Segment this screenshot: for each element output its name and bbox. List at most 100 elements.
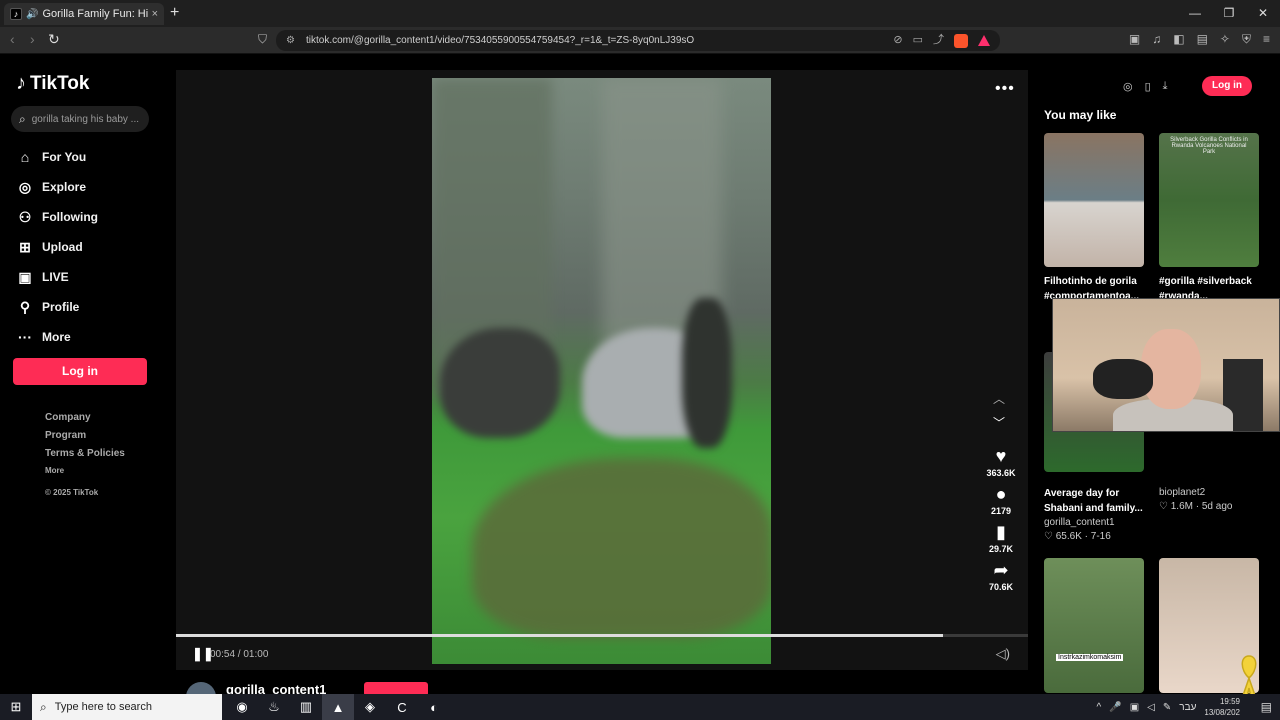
share-icon[interactable]: ⤴ <box>933 30 944 51</box>
cursor-app-icon[interactable]: C <box>386 694 418 720</box>
copyright: © 2025 TikTok <box>45 488 99 497</box>
thumbnail-caption: Silverback Gorilla Conflicts in Rwanda V… <box>1170 137 1248 155</box>
window-controls: — ❐ ✕ <box>1178 0 1280 27</box>
restore-icon[interactable]: ❐ <box>1212 0 1246 27</box>
menu-icon[interactable]: ≡ <box>1263 32 1270 47</box>
vpn-icon[interactable]: ⛨ <box>1242 32 1251 47</box>
author-name[interactable]: gorilla_content1 <box>226 682 326 694</box>
no-translate-icon[interactable]: ⊘ <box>893 30 902 51</box>
search-input[interactable]: ⌕ gorilla taking his baby ... <box>11 106 149 132</box>
volume-tray-icon[interactable]: ◁ <box>1147 702 1155 713</box>
right-login-button[interactable]: Log in <box>1202 76 1252 96</box>
bookmark-icon[interactable]: ⛉ <box>258 32 267 47</box>
recommendation-meta: ♡ 65.6K · 7-16 <box>1044 531 1111 542</box>
steam-icon[interactable]: ♨ <box>258 694 290 720</box>
save-action[interactable]: ▮ 29.7K <box>980 522 1022 554</box>
device-icon[interactable]: ▯ <box>1145 80 1151 93</box>
new-tab-button[interactable]: + <box>170 4 179 22</box>
sidebar-item-explore[interactable]: ◎ Explore <box>16 172 98 202</box>
recommendation-author[interactable]: gorilla_content1 <box>1044 517 1115 528</box>
minimize-icon[interactable]: — <box>1178 0 1212 27</box>
music-icon[interactable]: ♫ <box>1152 32 1161 47</box>
bush-shape <box>472 458 771 638</box>
windows-start-icon[interactable]: ⊞ <box>0 699 32 715</box>
like-action[interactable]: ♥ 363.6K <box>980 446 1022 478</box>
nav-label: Upload <box>42 240 83 254</box>
follow-button[interactable] <box>364 682 429 694</box>
reload-icon[interactable]: ↻ <box>48 31 60 48</box>
author-avatar[interactable] <box>186 682 216 694</box>
brave-rewards-icon[interactable] <box>978 35 990 46</box>
recommendation-thumbnail[interactable]: Silverback Gorilla Conflicts in Rwanda V… <box>1159 133 1259 267</box>
browser-tab[interactable]: ♪ 🔊 Gorilla Family Fun: Hilarious M × <box>4 3 164 25</box>
previous-video-icon[interactable]: ︿ <box>993 390 1005 414</box>
tiktok-note-icon: ♪ <box>16 72 26 94</box>
recommendation-title[interactable]: Average day for Shabani and family... <box>1044 486 1149 516</box>
volume-icon[interactable]: ◁) <box>996 646 1010 662</box>
save-count: 29.7K <box>988 544 1014 554</box>
sidebar-item-live[interactable]: ▣ LIVE <box>16 262 98 292</box>
footer-more[interactable]: More <box>45 466 125 484</box>
wallet2-icon[interactable]: ▤ <box>1197 32 1208 47</box>
network-icon[interactable]: ▣ <box>1130 702 1139 713</box>
language-indicator[interactable]: עבר <box>1179 702 1196 713</box>
windows-taskbar: ⊞ ⌕ Type here to search ◉ ♨ ▥ ▲ ◈ C ◐ ^ … <box>0 694 1280 720</box>
site-settings-icon[interactable]: ⚙ <box>286 30 295 51</box>
address-bar-row: ‹ › ↻ ⛉ ⚙ tiktok.com/@gorilla_content1/v… <box>0 27 1280 54</box>
chat-app-icon[interactable]: ◐ <box>418 694 450 720</box>
tiktok-logo[interactable]: ♪ TikTok <box>16 72 89 95</box>
notifications-icon[interactable]: ▤ <box>1261 700 1272 714</box>
video-more-options-icon[interactable]: ••• <box>995 80 1015 98</box>
post-date: 5d ago <box>1201 501 1233 512</box>
brave-shields-icon[interactable] <box>954 34 968 48</box>
login-button[interactable]: Log in <box>13 358 147 385</box>
url-field[interactable]: ⚙ tiktok.com/@gorilla_content1/video/753… <box>276 30 1000 51</box>
comment-icon: ● <box>995 484 1007 504</box>
recommendation-thumbnail[interactable]: Instrkazimkomaksim <box>1044 558 1144 693</box>
close-tab-icon[interactable]: × <box>152 8 158 20</box>
mic-icon[interactable]: 🎤 <box>1109 702 1121 713</box>
recommendation-meta: ♡ 1.6M · 5d ago <box>1159 501 1233 512</box>
sidebar-item-upload[interactable]: ⊞ Upload <box>16 232 98 262</box>
system-tray: ^ 🎤 ▣ ◁ ✎ עבר 19:59 13/08/202 <box>1097 694 1240 720</box>
coins-icon[interactable]: ◎ <box>1123 80 1133 93</box>
sidebar-item-for-you[interactable]: ⌂ For You <box>16 142 98 172</box>
cast-icon[interactable]: ▭ <box>913 30 923 51</box>
sidebar-item-profile[interactable]: ⚲ Profile <box>16 292 98 322</box>
video-player[interactable] <box>432 78 771 664</box>
pen-icon[interactable]: ✎ <box>1163 702 1171 713</box>
footer-terms[interactable]: Terms & Policies <box>45 448 125 466</box>
speaker-icon[interactable]: 🔊 <box>26 9 38 20</box>
sidebar-toggle-icon[interactable]: ◧ <box>1173 32 1184 47</box>
upload-icon: ⊞ <box>19 238 31 255</box>
footer-company[interactable]: Company <box>45 412 125 430</box>
clock-time: 19:59 <box>1219 697 1240 706</box>
download-icon[interactable]: ⤓ <box>1163 80 1168 93</box>
leo-ai-icon[interactable]: ✧ <box>1220 32 1230 47</box>
forward-icon[interactable]: › <box>30 31 35 47</box>
next-video-icon[interactable]: ﹀ <box>993 414 1005 431</box>
taskbar-search[interactable]: ⌕ Type here to search <box>32 694 222 720</box>
gorilla-shape <box>682 298 732 448</box>
clock[interactable]: 19:59 13/08/202 <box>1204 696 1240 718</box>
video-nav-arrows: ︿ ﹀ <box>993 390 1005 431</box>
obs-icon[interactable]: ◉ <box>226 694 258 720</box>
app-icon[interactable]: ◈ <box>354 694 386 720</box>
back-icon[interactable]: ‹ <box>10 31 15 47</box>
recommendation-author[interactable]: bioplanet2 <box>1159 487 1205 498</box>
comment-action[interactable]: ● 2179 <box>980 484 1022 516</box>
home-icon: ⌂ <box>20 149 30 165</box>
brave-browser-icon[interactable]: ▲ <box>322 694 354 720</box>
files-icon[interactable]: ▥ <box>290 694 322 720</box>
footer-program[interactable]: Program <box>45 430 125 448</box>
video-progress-bar[interactable] <box>176 634 1028 637</box>
close-window-icon[interactable]: ✕ <box>1246 0 1280 27</box>
wallet-icon[interactable]: ▣ <box>1129 32 1140 47</box>
sidebar-item-more[interactable]: ··· More <box>16 322 98 352</box>
browser-tabbar: ♪ 🔊 Gorilla Family Fun: Hilarious M × + … <box>0 0 1280 27</box>
search-icon: ⌕ <box>19 111 26 126</box>
recommendation-thumbnail[interactable] <box>1044 133 1144 267</box>
share-action[interactable]: ➦ 70.6K <box>980 560 1022 592</box>
sidebar-item-following[interactable]: ⚇ Following <box>16 202 98 232</box>
tray-chevron-icon[interactable]: ^ <box>1097 702 1102 713</box>
